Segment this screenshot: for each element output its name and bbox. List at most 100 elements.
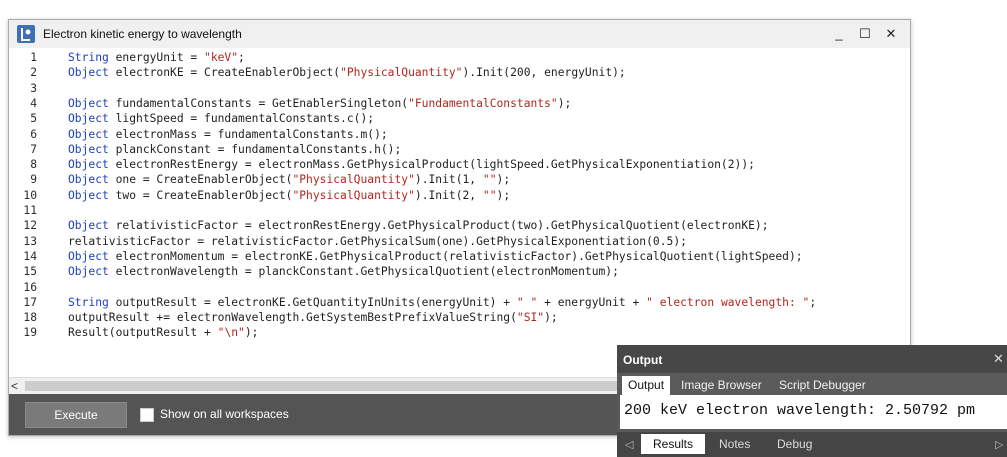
code-string: "" <box>482 173 497 187</box>
code-line[interactable]: 8 Object electronRestEnergy = electronMas… <box>9 157 910 172</box>
code-token: lightSpeed = fundamentalConstants.c(); <box>108 112 375 126</box>
line-number: 13 <box>23 234 37 248</box>
code-line[interactable]: 11 <box>9 203 910 218</box>
output-title: Output <box>623 353 663 367</box>
show-all-workspaces-checkbox[interactable] <box>140 408 154 422</box>
code-line[interactable]: 4 Object fundamentalConstants = GetEnable… <box>9 96 910 111</box>
code-token: two = CreateEnablerObject( <box>108 188 293 202</box>
code-keyword: String <box>68 295 109 309</box>
code-string: "" <box>482 188 497 202</box>
code-token: electronKE = CreateEnablerObject( <box>108 66 341 80</box>
line-number: 10 <box>23 188 37 202</box>
code-keyword: Object <box>68 127 109 141</box>
output-tab-bar: Output Image Browser Script Debugger <box>617 373 1007 395</box>
line-number: 3 <box>30 81 37 95</box>
code-keyword: Object <box>68 66 109 80</box>
code-line[interactable]: 16 <box>9 280 910 295</box>
code-line[interactable]: 13 relativisticFactor = relativisticFacto… <box>9 234 910 249</box>
code-text: Object one = CreateEnablerObject("Physic… <box>68 172 510 187</box>
output-close-icon[interactable]: ✕ <box>993 351 1004 367</box>
tab-output[interactable]: Output <box>622 376 671 395</box>
code-text: Object electronMomentum = electronKE.Get… <box>68 249 803 264</box>
line-number: 19 <box>23 326 37 340</box>
code-text: relativisticFactor = relativisticFactor.… <box>68 234 687 249</box>
app-icon <box>17 25 35 43</box>
code-line[interactable]: 3 <box>9 81 910 96</box>
line-number: 6 <box>30 127 37 141</box>
code-string: "SI" <box>516 311 545 325</box>
code-line[interactable]: 10 Object two = CreateEnablerObject("Phys… <box>9 188 910 203</box>
code-token: ).Init(200, energyUnit); <box>462 66 626 80</box>
code-keyword: Object <box>68 173 109 187</box>
code-line[interactable]: 19 Result(outputResult + "\n"); <box>9 325 910 340</box>
window-title: Electron kinetic energy to wavelength <box>43 27 242 41</box>
results-tab-bar: ◁ Results Notes Debug ▷ <box>617 432 1007 457</box>
code-token: outputResult = electronKE.GetQuantityInU… <box>108 295 517 309</box>
line-number: 17 <box>23 295 37 309</box>
code-line[interactable]: 1 String energyUnit = "keV"; <box>9 50 910 65</box>
output-text-area[interactable]: 200 keV electron wavelength: 2.50792 pm <box>620 395 1007 429</box>
output-panel: Output ✕ Output Image Browser Script Deb… <box>617 345 1007 457</box>
output-result-text: 200 keV electron wavelength: 2.50792 pm <box>624 402 976 419</box>
line-number: 18 <box>23 311 37 325</box>
code-string: "keV" <box>204 51 239 64</box>
code-string: "PhysicalQuantity" <box>292 188 415 202</box>
tab-scroll-left-icon[interactable]: ◁ <box>625 438 633 451</box>
code-token: ); <box>557 96 572 110</box>
code-line[interactable]: 17 String outputResult = electronKE.GetQu… <box>9 295 910 310</box>
code-keyword: Object <box>68 158 109 172</box>
code-line[interactable]: 7 Object planckConstant = fundamentalCons… <box>9 142 910 157</box>
code-text: Result(outputResult + "\n"); <box>68 325 258 340</box>
line-number: 2 <box>30 66 37 80</box>
code-line[interactable]: 2 Object electronKE = CreateEnablerObject… <box>9 65 910 80</box>
code-text: Object electronKE = CreateEnablerObject(… <box>68 65 626 80</box>
code-token: electronWavelength = planckConstant.GetP… <box>108 265 619 279</box>
code-line[interactable]: 9 Object one = CreateEnablerObject("Physi… <box>9 172 910 187</box>
code-text: Object relativisticFactor = electronRest… <box>68 218 769 233</box>
line-number: 9 <box>30 173 37 187</box>
code-text: outputResult += electronWavelength.GetSy… <box>68 310 558 325</box>
code-editor[interactable]: 1 String energyUnit = "keV"; 2 Object elect… <box>9 48 910 377</box>
code-text: Object fundamentalConstants = GetEnabler… <box>68 96 571 111</box>
maximize-button[interactable]: ☐ <box>852 24 878 44</box>
line-number: 5 <box>30 112 37 126</box>
code-text: Object electronMass = fundamentalConstan… <box>68 127 388 142</box>
code-line[interactable]: 14 Object electronMomentum = electronKE.G… <box>9 249 910 264</box>
code-keyword: Object <box>68 265 109 279</box>
code-token: ); <box>244 326 259 340</box>
scroll-thumb[interactable] <box>25 381 625 391</box>
line-number: 8 <box>30 158 37 172</box>
code-token: ).Init(2, <box>414 188 483 202</box>
code-line[interactable]: 6 Object electronMass = fundamentalConsta… <box>9 127 910 142</box>
tab-results[interactable]: Results <box>641 434 706 454</box>
scroll-left-icon[interactable]: < <box>11 379 18 393</box>
line-number: 14 <box>23 249 37 263</box>
code-token: ; <box>238 51 245 64</box>
line-number: 15 <box>23 265 37 279</box>
code-line[interactable]: 15 Object electronWavelength = planckCons… <box>9 264 910 279</box>
line-number: 11 <box>23 204 37 217</box>
code-string: " " <box>516 295 538 309</box>
show-all-workspaces-label: Show on all workspaces <box>160 407 289 421</box>
line-number: 7 <box>30 142 37 156</box>
execute-button[interactable]: Execute <box>25 402 127 428</box>
code-string: "PhysicalQuantity" <box>340 66 463 80</box>
tab-script-debugger[interactable]: Script Debugger <box>773 376 872 395</box>
minimize-button[interactable]: _ <box>826 24 852 44</box>
close-button[interactable]: ✕ <box>878 24 904 44</box>
code-line[interactable]: 5 Object lightSpeed = fundamentalConstant… <box>9 111 910 126</box>
code-token: relativisticFactor = relativisticFactor.… <box>68 234 687 248</box>
code-token: relativisticFactor = electronRestEnergy.… <box>108 219 769 233</box>
tab-debug[interactable]: Debug <box>765 434 824 454</box>
tab-notes[interactable]: Notes <box>707 434 762 454</box>
title-bar[interactable]: Electron kinetic energy to wavelength _ … <box>9 20 910 48</box>
code-line[interactable]: 18 outputResult += electronWavelength.Get… <box>9 310 910 325</box>
code-keyword: Object <box>68 249 109 263</box>
code-line[interactable]: 12 Object relativisticFactor = electronRe… <box>9 218 910 233</box>
code-text: Object electronWavelength = planckConsta… <box>68 264 619 279</box>
code-token: ).Init(1, <box>414 173 483 187</box>
line-number: 12 <box>23 219 37 233</box>
code-text: Object electronRestEnergy = electronMass… <box>68 157 755 172</box>
tab-scroll-right-icon[interactable]: ▷ <box>995 438 1003 451</box>
tab-image-browser[interactable]: Image Browser <box>675 376 768 395</box>
